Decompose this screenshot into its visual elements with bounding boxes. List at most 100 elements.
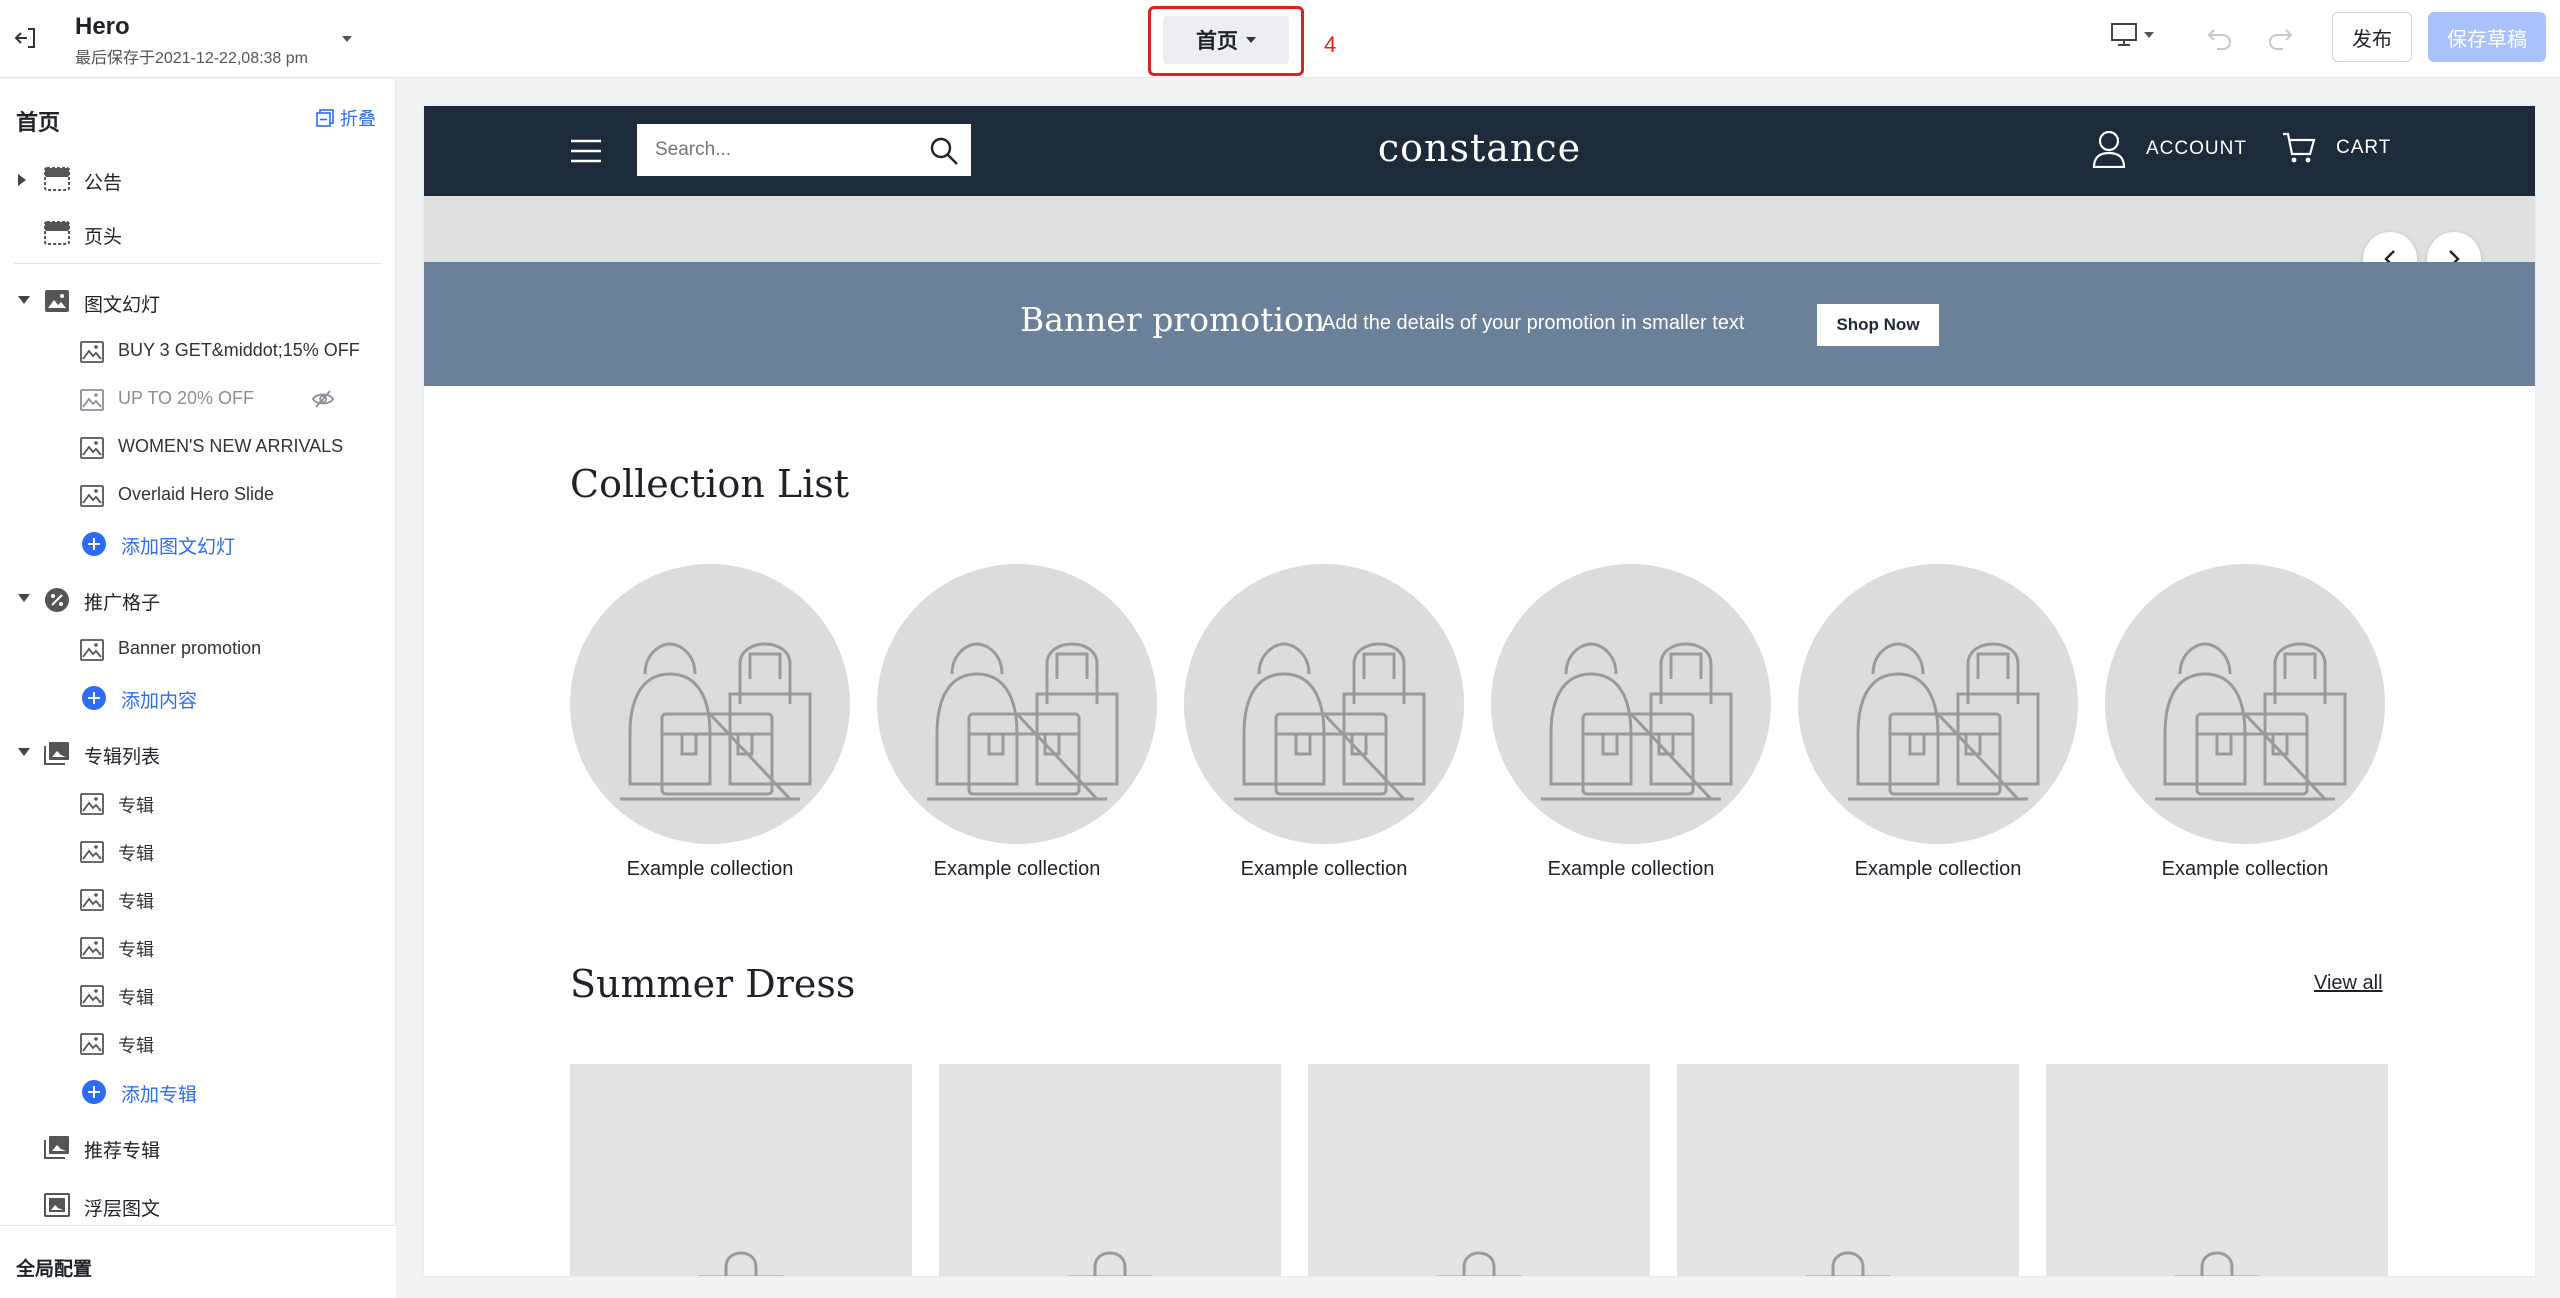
sidebar-item-collection-4[interactable]: 专辑: [0, 927, 396, 967]
collection-placeholder-image: [2105, 564, 2385, 844]
cart-icon: [2283, 132, 2316, 163]
sidebar-item-promo-grid[interactable]: 推广格子: [0, 579, 396, 619]
sidebar-item-announcement[interactable]: 公告: [0, 159, 396, 199]
cart-label: CART: [2336, 137, 2392, 158]
collection-placeholder-image: [1184, 564, 1464, 844]
sidebar-item-label: 专辑列表: [84, 747, 161, 768]
sidebar-item-collection-3[interactable]: 专辑: [0, 879, 396, 919]
product-placeholder-icon: [1793, 1249, 1903, 1276]
sidebar-item-label: WOMEN'S NEW ARRIVALS: [118, 436, 344, 456]
sidebar-item-header[interactable]: 页头: [0, 213, 396, 253]
shop-now-button[interactable]: Shop Now: [1817, 304, 1939, 346]
sidebar-item-collection-2[interactable]: 专辑: [0, 831, 396, 871]
add-collection-label: 添加专辑: [121, 1085, 198, 1106]
redo-icon[interactable]: [2265, 22, 2295, 57]
image-icon: [80, 937, 104, 965]
last-saved-text: 最后保存于2021-12-22,08:38 pm: [75, 50, 309, 67]
store-search-input[interactable]: [637, 124, 907, 176]
product-card-placeholder[interactable]: [570, 1064, 912, 1276]
section-sidebar: 首页 折叠 公告 页头 图文幻灯 BUY 3 GET&middot;15% OF…: [0, 79, 396, 1298]
save-draft-button[interactable]: 保存草稿: [2428, 12, 2546, 62]
sidebar-item-collection-1[interactable]: 专辑: [0, 783, 396, 823]
collection-name: Example collection: [1547, 858, 1715, 880]
desktop-icon: [2111, 23, 2137, 46]
collection-card[interactable]: Example collection: [570, 564, 850, 881]
store-search: [637, 124, 971, 176]
collection-placeholder-image: [570, 564, 850, 844]
collapse-arrow-icon[interactable]: [18, 748, 30, 756]
image-icon: [80, 389, 104, 417]
account-link[interactable]: ACCOUNT: [2092, 130, 2247, 168]
sidebar-item-featured-collection[interactable]: 推荐专辑: [0, 1127, 396, 1167]
theme-menu-chevron-down-icon[interactable]: [342, 36, 352, 42]
sidebar-item-collection-list[interactable]: 专辑列表: [0, 733, 396, 773]
collection-placeholder-image: [1491, 564, 1771, 844]
hidden-eye-off-icon[interactable]: [311, 389, 335, 415]
collapse-icon: [316, 109, 334, 127]
collection-card[interactable]: Example collection: [1798, 564, 2078, 881]
cart-link[interactable]: CART: [2282, 132, 2391, 164]
product-placeholder-icon: [2162, 1249, 2272, 1276]
gallery-icon: [44, 1135, 70, 1165]
page-selector-dropdown[interactable]: 首页: [1163, 16, 1289, 64]
device-switcher[interactable]: [2110, 22, 2154, 48]
collection-card[interactable]: Example collection: [877, 564, 1157, 881]
product-placeholder-icon: [686, 1249, 796, 1276]
collection-card[interactable]: Example collection: [1491, 564, 1771, 881]
sidebar-item-slide-4[interactable]: Overlaid Hero Slide: [0, 475, 396, 515]
view-all-link[interactable]: View all: [2314, 972, 2383, 995]
sidebar-item-banner-promotion[interactable]: Banner promotion: [0, 629, 396, 669]
account-label: ACCOUNT: [2146, 138, 2247, 159]
chevron-down-icon: [2144, 32, 2154, 38]
expand-arrow-icon[interactable]: [18, 174, 26, 186]
page-selector-label: 首页: [1196, 30, 1238, 53]
search-icon[interactable]: [929, 136, 959, 171]
exit-icon[interactable]: [12, 24, 40, 52]
global-settings[interactable]: 全局配置: [0, 1225, 396, 1298]
sidebar-item-slide-3[interactable]: WOMEN'S NEW ARRIVALS: [0, 427, 396, 467]
image-icon: [80, 793, 104, 821]
image-icon: [80, 889, 104, 917]
product-card-placeholder[interactable]: [1677, 1064, 2019, 1276]
sidebar-item-label: 专辑: [118, 1036, 154, 1056]
menu-icon[interactable]: [570, 139, 602, 168]
chevron-down-icon: [1246, 37, 1256, 43]
sidebar-item-slide-2[interactable]: UP TO 20% OFF: [0, 379, 396, 419]
product-card-placeholder[interactable]: [1308, 1064, 1650, 1276]
overlay-image-icon: [44, 1193, 70, 1223]
sidebar-divider: [14, 263, 382, 264]
collapse-arrow-icon[interactable]: [18, 594, 30, 602]
product-card-placeholder[interactable]: [939, 1064, 1281, 1276]
section-layout-icon: [44, 221, 70, 251]
undo-icon[interactable]: [2205, 22, 2235, 57]
collection-name: Example collection: [933, 858, 1101, 880]
image-icon: [80, 341, 104, 369]
add-slide-button[interactable]: 添加图文幻灯: [0, 523, 396, 563]
publish-button[interactable]: 发布: [2332, 12, 2412, 62]
sidebar-item-label: 推荐专辑: [84, 1141, 161, 1162]
global-settings-label: 全局配置: [16, 1259, 93, 1280]
collection-placeholder-image: [877, 564, 1157, 844]
theme-title: Hero: [75, 13, 130, 40]
sidebar-item-slideshow[interactable]: 图文幻灯: [0, 281, 396, 321]
sidebar-item-overlay-text[interactable]: 浮层图文: [0, 1185, 396, 1225]
collapse-arrow-icon[interactable]: [18, 296, 30, 304]
add-collection-button[interactable]: 添加专辑: [0, 1071, 396, 1111]
sidebar-item-collection-5[interactable]: 专辑: [0, 975, 396, 1015]
image-icon: [80, 1033, 104, 1061]
collection-name: Example collection: [1854, 858, 2022, 880]
user-icon: [2092, 130, 2126, 168]
collapse-button[interactable]: 折叠: [316, 105, 376, 131]
sidebar-item-collection-6[interactable]: 专辑: [0, 1023, 396, 1063]
add-content-button[interactable]: 添加内容: [0, 677, 396, 717]
collection-name: Example collection: [1240, 858, 1408, 880]
add-slide-label: 添加图文幻灯: [121, 537, 236, 558]
collection-placeholder-image: [1798, 564, 2078, 844]
sidebar-item-slide-1[interactable]: BUY 3 GET&middot;15% OFF: [0, 331, 396, 371]
collapse-label: 折叠: [340, 109, 376, 129]
product-card-placeholder[interactable]: [2046, 1064, 2388, 1276]
collection-card[interactable]: Example collection: [1184, 564, 1464, 881]
collection-card[interactable]: Example collection: [2105, 564, 2385, 881]
add-content-label: 添加内容: [121, 691, 198, 712]
sidebar-item-label: 公告: [84, 173, 123, 194]
